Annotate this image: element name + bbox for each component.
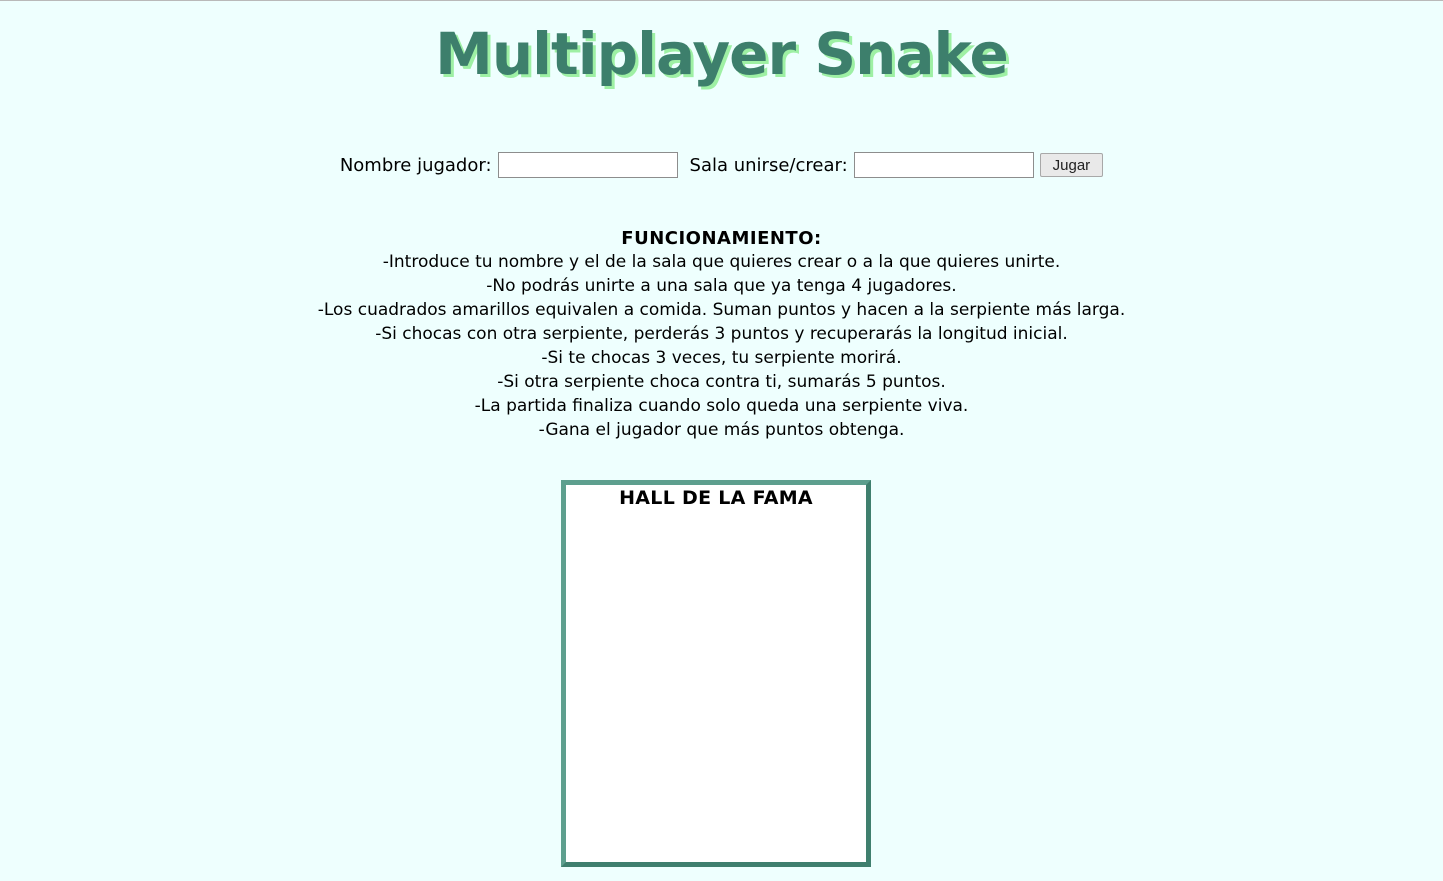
page-title: Multiplayer Snake — [435, 20, 1009, 88]
rule-line: -Gana el jugador que más puntos obtenga. — [538, 420, 905, 440]
rule-line: -Introduce tu nombre y el de la sala que… — [382, 252, 1061, 272]
hall-of-fame-panel: HALL DE LA FAMA — [561, 480, 871, 867]
play-button[interactable]: Jugar — [1039, 153, 1104, 177]
rules-heading: FUNCIONAMIENTO: — [621, 228, 822, 249]
rule-line: -Si te chocas 3 veces, tu serpiente mori… — [541, 348, 902, 368]
rule-line: -Los cuadrados amarillos equivalen a com… — [317, 300, 1126, 320]
join-form: Nombre jugador: Sala unirse/crear: Jugar — [0, 152, 1443, 178]
top-divider — [0, 0, 1443, 1]
room-input[interactable] — [853, 152, 1034, 178]
rules-section: FUNCIONAMIENTO: -Introduce tu nombre y e… — [0, 228, 1443, 442]
rule-line: -Si chocas con otra serpiente, perderás … — [375, 324, 1068, 344]
room-label: Sala unirse/crear: — [689, 154, 848, 176]
rule-line: -No podrás unirte a una sala que ya teng… — [486, 276, 957, 296]
player-name-label: Nombre jugador: — [339, 154, 492, 176]
player-name-input[interactable] — [497, 152, 678, 178]
hall-of-fame-title: HALL DE LA FAMA — [619, 487, 813, 509]
rule-line: -Si otra serpiente choca contra ti, suma… — [497, 372, 946, 392]
rule-line: -La partida finaliza cuando solo queda u… — [474, 396, 969, 416]
